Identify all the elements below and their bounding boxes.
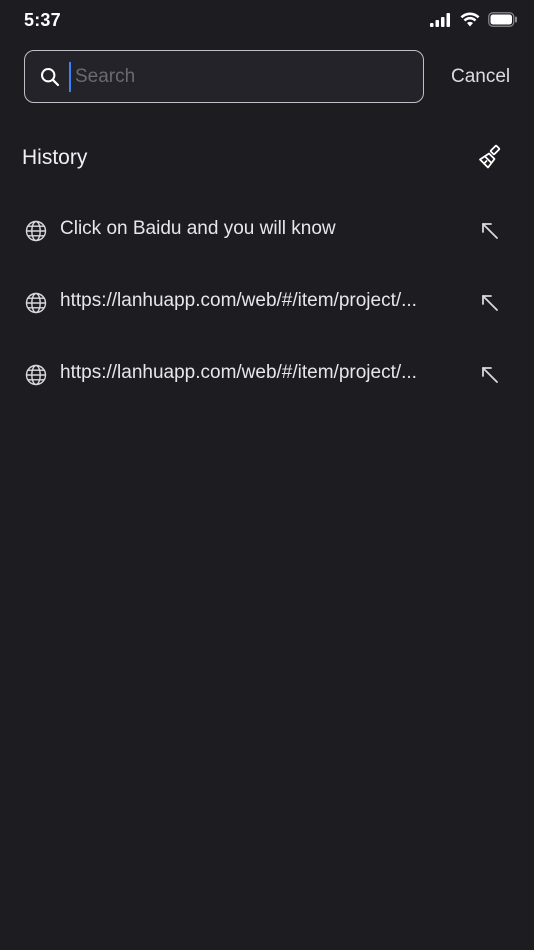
clear-history-button[interactable] bbox=[476, 144, 504, 175]
status-bar: 5:37 bbox=[0, 0, 534, 42]
broom-icon bbox=[477, 144, 503, 175]
status-icons bbox=[430, 12, 518, 32]
arrow-up-left-icon[interactable] bbox=[479, 220, 501, 242]
history-item[interactable]: https://lanhuapp.com/web/#/item/project/… bbox=[0, 338, 534, 410]
cellular-signal-icon bbox=[430, 12, 452, 32]
history-item-text: https://lanhuapp.com/web/#/item/project/… bbox=[60, 290, 417, 311]
arrow-up-left-icon[interactable] bbox=[479, 364, 501, 386]
history-title: History bbox=[22, 146, 88, 169]
history-item[interactable]: Click on Baidu and you will know bbox=[0, 194, 534, 266]
history-item-text: Click on Baidu and you will know bbox=[60, 218, 336, 239]
search-input[interactable] bbox=[69, 61, 395, 92]
search-box[interactable] bbox=[24, 50, 424, 103]
history-list: Click on Baidu and you will know https:/… bbox=[0, 194, 534, 410]
globe-icon bbox=[25, 364, 47, 386]
history-item-text: https://lanhuapp.com/web/#/item/project/… bbox=[60, 362, 417, 383]
battery-icon bbox=[488, 12, 518, 32]
globe-icon bbox=[25, 292, 47, 314]
arrow-up-left-icon[interactable] bbox=[479, 292, 501, 314]
cancel-button[interactable]: Cancel bbox=[451, 66, 510, 88]
wifi-icon bbox=[460, 12, 480, 32]
search-icon bbox=[39, 66, 61, 88]
globe-icon bbox=[25, 220, 47, 242]
history-item[interactable]: https://lanhuapp.com/web/#/item/project/… bbox=[0, 266, 534, 338]
status-time: 5:37 bbox=[24, 10, 61, 30]
